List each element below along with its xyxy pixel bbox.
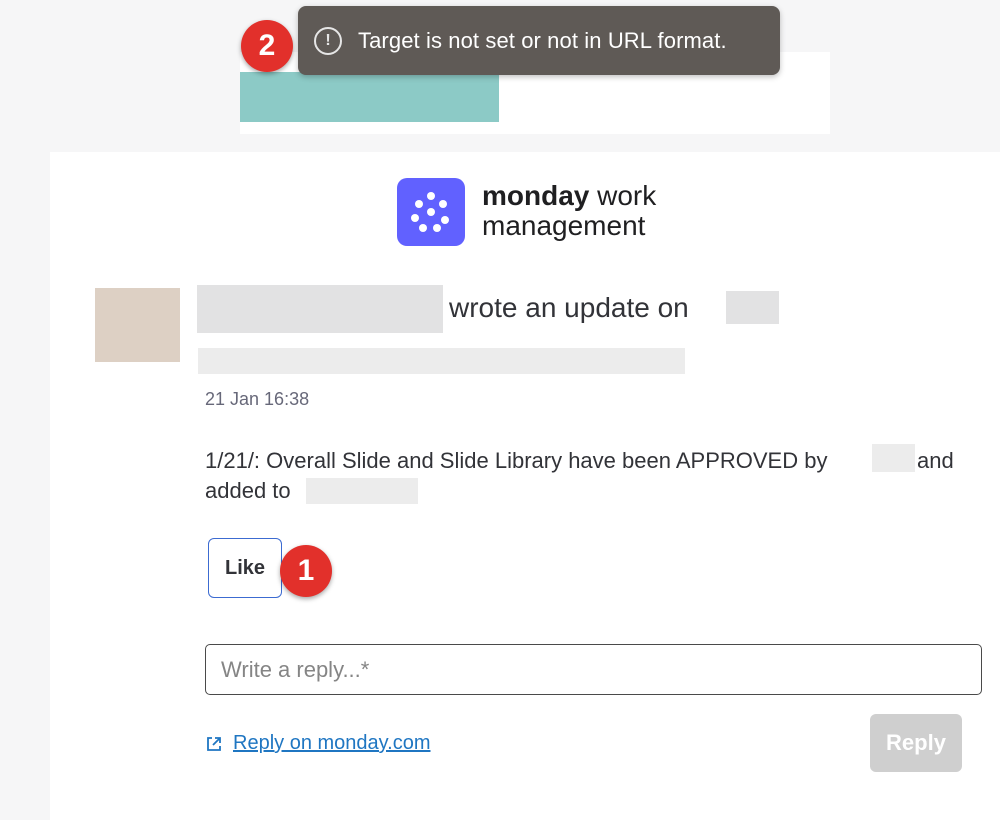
reply-on-monday-link[interactable]: Reply on monday.com: [205, 732, 431, 755]
logo-brand: monday: [482, 180, 590, 211]
update-timestamp: 21 Jan 16:38: [205, 389, 310, 409]
logo-dot: [441, 216, 449, 224]
logo-dot: [411, 214, 419, 222]
redacted-item-name: [198, 348, 685, 374]
logo-dot: [433, 224, 441, 232]
logo-line2: management: [482, 210, 646, 241]
logo-dot: [427, 208, 435, 216]
reply-on-monday-label: Reply on monday.com: [233, 732, 431, 754]
logo-dot: [427, 192, 435, 200]
logo-wordmark: monday work management: [482, 181, 656, 241]
update-body-part2: and: [917, 448, 954, 473]
reply-input[interactable]: [205, 644, 982, 695]
update-body-part1: 1/21/: Overall Slide and Slide Library h…: [205, 448, 828, 473]
step-badge-2: 2: [241, 20, 293, 72]
logo-dot: [439, 200, 447, 208]
info-circle-icon: !: [314, 26, 342, 55]
redacted-approver-name: [872, 444, 915, 472]
redacted-author-name: [197, 285, 443, 333]
logo-dot: [419, 224, 427, 232]
update-body-part3: added to: [205, 478, 291, 503]
error-toast: ! Target is not set or not in URL format…: [298, 6, 780, 75]
step-badge-1: 1: [280, 545, 332, 597]
external-link-icon: [207, 736, 221, 751]
header-banner-image: [240, 72, 499, 122]
redacted-destination-name: [306, 478, 418, 504]
reply-button[interactable]: Reply: [870, 714, 962, 772]
update-action-text: wrote an update on: [449, 292, 689, 323]
logo-suffix: work: [597, 180, 657, 211]
like-button[interactable]: Like: [208, 538, 282, 598]
logo-dot: [415, 200, 423, 208]
monday-logo-icon: [397, 178, 465, 246]
update-card: [50, 152, 1000, 820]
redacted-board-name: [726, 291, 779, 324]
avatar: [95, 288, 180, 362]
toast-message: Target is not set or not in URL format.: [358, 27, 727, 53]
email-view: monday work management wrote an update o…: [0, 0, 1000, 820]
